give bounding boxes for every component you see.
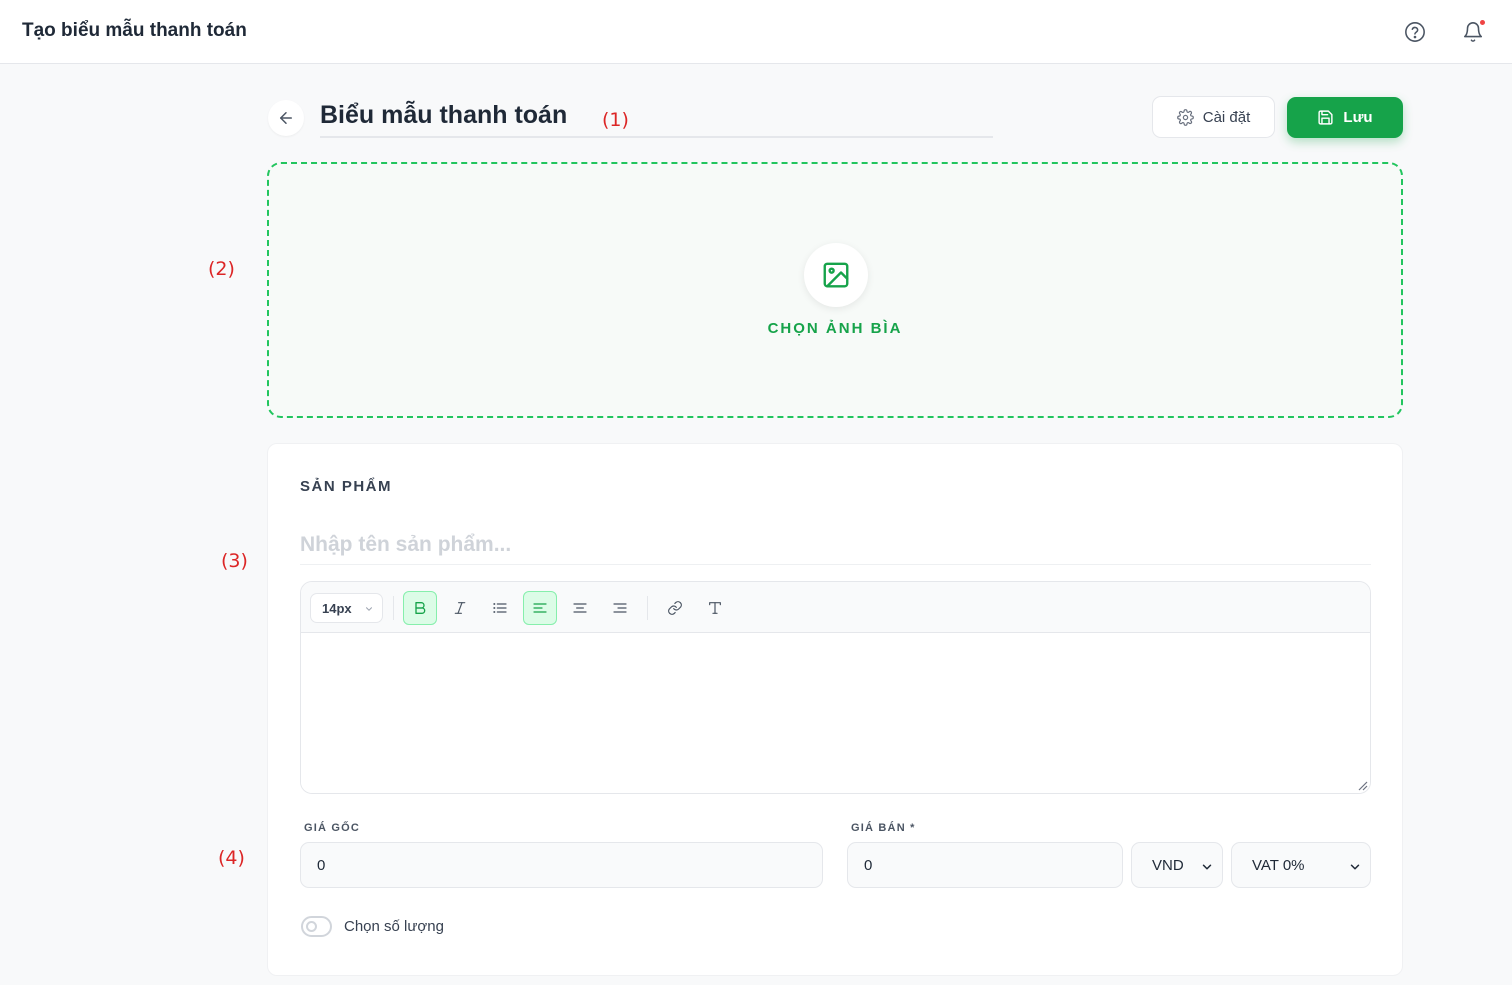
link-icon — [668, 601, 682, 615]
align-right-icon — [613, 603, 627, 613]
link-button[interactable] — [658, 591, 692, 625]
font-size-value: 14px — [322, 600, 352, 616]
cover-image-button[interactable] — [804, 243, 868, 307]
bullet-list-icon — [493, 603, 507, 613]
toolbar-divider — [647, 596, 648, 620]
settings-button[interactable]: Cài đặt — [1152, 96, 1275, 138]
original-price-label: GIÁ GỐC — [304, 822, 361, 834]
cover-image-dropzone[interactable]: CHỌN ẢNH BÌA — [267, 162, 1403, 418]
quantity-toggle[interactable] — [301, 916, 332, 937]
image-icon — [823, 262, 849, 288]
gear-icon — [1176, 108, 1194, 126]
annotation-1: (1) — [602, 109, 629, 131]
description-editor: 14px — [300, 581, 1371, 794]
notification-dot — [1480, 20, 1485, 25]
form-title-input[interactable]: Biểu mẫu thanh toán — [320, 98, 993, 138]
help-icon[interactable] — [1401, 18, 1429, 46]
settings-button-label: Cài đặt — [1202, 108, 1251, 126]
chevron-down-icon — [365, 607, 373, 611]
clear-format-button[interactable] — [698, 591, 732, 625]
cover-image-label: CHỌN ẢNH BÌA — [767, 320, 903, 337]
toggle-knob — [306, 921, 317, 932]
align-right-button[interactable] — [603, 591, 637, 625]
bold-icon — [415, 602, 426, 614]
app-title: Tạo biểu mẫu thanh toán — [22, 20, 247, 41]
bullet-list-button[interactable] — [483, 591, 517, 625]
product-card: SẢN PHẨM 14px — [267, 443, 1403, 976]
font-size-select[interactable]: 14px — [310, 593, 383, 623]
currency-select[interactable]: VND — [1131, 842, 1223, 888]
product-name-input[interactable] — [300, 526, 1371, 565]
save-icon — [1318, 110, 1333, 125]
original-price-value: 0 — [317, 856, 326, 874]
editor-toolbar: 14px — [301, 582, 1370, 633]
sale-price-input[interactable]: 0 — [847, 842, 1123, 888]
save-button[interactable]: Lưu — [1287, 97, 1403, 138]
chevron-down-icon — [1202, 864, 1212, 870]
align-left-button[interactable] — [523, 591, 557, 625]
top-bar: Tạo biểu mẫu thanh toán — [0, 0, 1512, 64]
align-center-icon — [573, 603, 587, 613]
save-button-label: Lưu — [1343, 109, 1373, 126]
annotation-4: (4) — [218, 847, 245, 869]
bell-icon[interactable] — [1459, 18, 1487, 46]
currency-value: VND — [1152, 856, 1184, 874]
original-price-input[interactable]: 0 — [300, 842, 823, 888]
back-button[interactable] — [268, 100, 304, 136]
arrow-left-icon — [280, 112, 292, 124]
sale-price-value: 0 — [864, 856, 873, 874]
italic-button[interactable] — [443, 591, 477, 625]
annotation-2: (2) — [208, 258, 235, 280]
bold-button[interactable] — [403, 591, 437, 625]
toolbar-divider — [393, 596, 394, 620]
vat-value: VAT 0% — [1252, 856, 1305, 874]
italic-icon — [454, 602, 466, 614]
editor-content-area[interactable] — [301, 633, 1370, 793]
text-format-icon — [709, 602, 721, 614]
sale-price-label: GIÁ BÁN * — [851, 822, 916, 834]
vat-select[interactable]: VAT 0% — [1231, 842, 1371, 888]
resize-grip-icon[interactable] — [1356, 779, 1368, 791]
product-section-heading: SẢN PHẨM — [300, 478, 393, 495]
align-center-button[interactable] — [563, 591, 597, 625]
quantity-toggle-label: Chọn số lượng — [344, 918, 444, 935]
chevron-down-icon — [1350, 864, 1360, 870]
align-left-icon — [533, 603, 547, 613]
annotation-3: (3) — [221, 550, 248, 572]
